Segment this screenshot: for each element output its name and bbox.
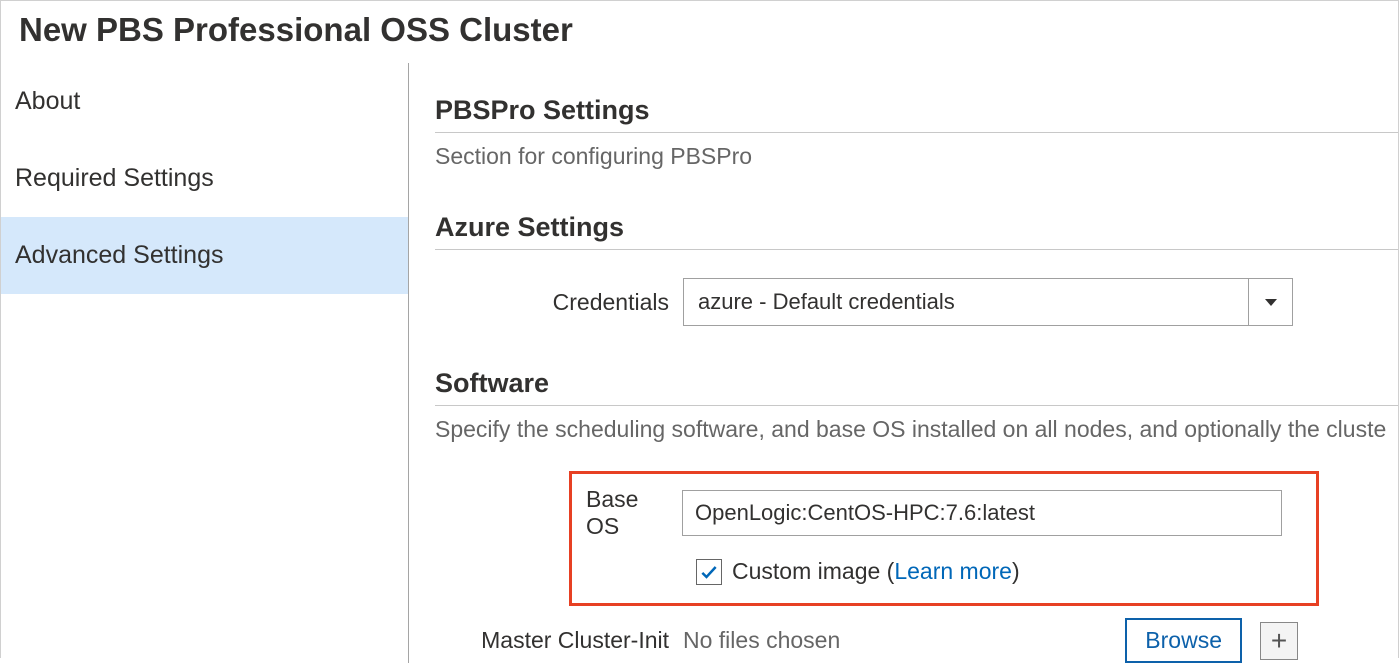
plus-icon: + [1271,625,1287,657]
azure-heading: Azure Settings [435,212,1398,243]
browse-button[interactable]: Browse [1125,618,1242,663]
main-content: PBSPro Settings Section for configuring … [409,63,1398,663]
pbspro-heading: PBSPro Settings [435,95,1398,126]
credentials-dropdown[interactable]: azure - Default credentials [683,278,1293,326]
divider [435,249,1398,250]
sidebar: About Required Settings Advanced Setting… [1,63,409,663]
page-title: New PBS Professional OSS Cluster [1,1,1398,63]
credentials-label: Credentials [435,289,683,316]
learn-more-link[interactable]: Learn more [894,558,1012,584]
chevron-down-icon[interactable] [1248,279,1292,325]
add-button[interactable]: + [1260,622,1298,660]
custom-image-label: Custom image (Learn more) [732,558,1020,585]
sidebar-item-about[interactable]: About [1,63,408,140]
divider [435,132,1398,133]
no-files-text: No files chosen [683,627,1125,654]
sidebar-item-required-settings[interactable]: Required Settings [1,140,408,217]
base-os-input[interactable] [682,490,1282,536]
software-heading: Software [435,368,1398,399]
check-icon [699,562,719,582]
sidebar-item-advanced-settings[interactable]: Advanced Settings [1,217,408,294]
divider [435,405,1398,406]
software-description: Specify the scheduling software, and bas… [435,416,1398,443]
custom-image-checkbox[interactable] [696,559,722,585]
pbspro-description: Section for configuring PBSPro [435,143,1398,170]
credentials-value: azure - Default credentials [684,279,1248,325]
base-os-label: Base OS [582,486,682,540]
master-cluster-init-label: Master Cluster-Init [435,627,683,654]
highlight-box: Base OS Custom image (Learn more) [569,471,1319,606]
